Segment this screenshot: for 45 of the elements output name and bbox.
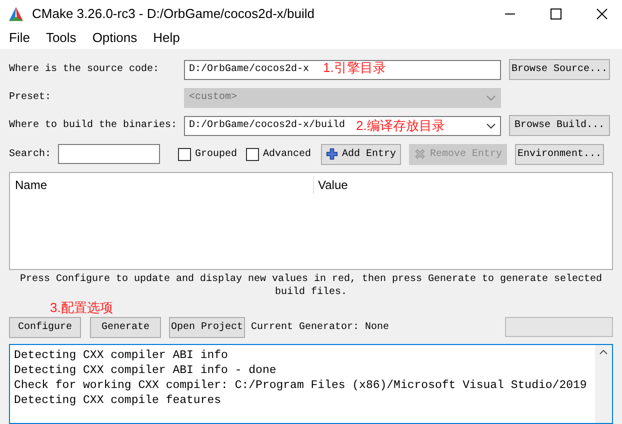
- button[interactable]: Browse Build...: [509, 115, 610, 136]
- build-dropdown[interactable]: D:/OrbGame/cocos2d-x/build 2.编译存放目录: [184, 116, 501, 136]
- cross-icon: [414, 147, 426, 161]
- chevron-icon: [486, 122, 496, 128]
- plus-icon: [326, 147, 338, 161]
- menu-item[interactable]: Options: [92, 28, 138, 48]
- maximize-icon[interactable]: [550, 8, 562, 20]
- field-label: Search:: [9, 148, 52, 162]
- button[interactable]: Browse Source...: [509, 59, 610, 80]
- annotation: 3.配置选项: [50, 300, 113, 315]
- checkbox[interactable]: Grouped: [178, 146, 238, 162]
- checkbox[interactable]: Advanced: [246, 146, 312, 162]
- log-line: Detecting CXX compiler ABI info: [14, 348, 229, 363]
- column-header[interactable]: Name: [10, 176, 314, 194]
- button[interactable]: Open Project: [169, 316, 245, 338]
- app-logo-icon: [8, 6, 24, 22]
- button[interactable]: Configure: [9, 316, 81, 338]
- instruction-text: Press Configure to update and display new values in red, then press Generate to generate selected build files.: [18, 273, 604, 299]
- log-line: Detecting CXX compiler ABI info - done: [14, 363, 278, 378]
- field-value: D:/OrbGame/cocos2d-x/build: [189, 118, 346, 133]
- search-field[interactable]: [58, 144, 160, 164]
- scrollbar[interactable]: [595, 345, 612, 423]
- generator-label: Current Generator: None: [251, 320, 390, 334]
- button[interactable]: Environment...: [515, 144, 604, 164]
- field-label: Preset:: [9, 91, 52, 105]
- annotation: 2.编译存放目录: [356, 118, 446, 133]
- menu-item[interactable]: File: [9, 28, 30, 48]
- close-icon[interactable]: [596, 8, 608, 20]
- menu-item[interactable]: Help: [153, 28, 180, 48]
- chevron-icon: [486, 94, 496, 100]
- field-label: Where is the source code:: [9, 62, 160, 77]
- button[interactable]: Add Entry: [321, 144, 402, 164]
- window-title: CMake 3.26.0-rc3 - D:/OrbGame/cocos2d-x/build: [32, 4, 316, 23]
- log-line: Check for working CXX compiler: C:/Program Files (x86)/Microsoft Visual Studio/2019: [14, 378, 588, 393]
- button[interactable]: Generate: [90, 316, 161, 338]
- annotation: 1.引擎目录: [323, 60, 386, 75]
- column-header[interactable]: Value: [314, 176, 348, 194]
- log-line: Detecting CXX compile features: [14, 393, 222, 408]
- checkbox-box[interactable]: [246, 148, 260, 160]
- scroll-up-icon[interactable]: [599, 349, 608, 355]
- field-value: D:/OrbGame/cocos2d-x: [189, 62, 310, 77]
- source-field[interactable]: D:/OrbGame/cocos2d-x 1.引擎目录: [184, 60, 501, 80]
- menu-item[interactable]: Tools: [46, 28, 76, 48]
- field-label: Where to build the binaries:: [9, 118, 178, 133]
- checkbox-box[interactable]: [178, 148, 191, 160]
